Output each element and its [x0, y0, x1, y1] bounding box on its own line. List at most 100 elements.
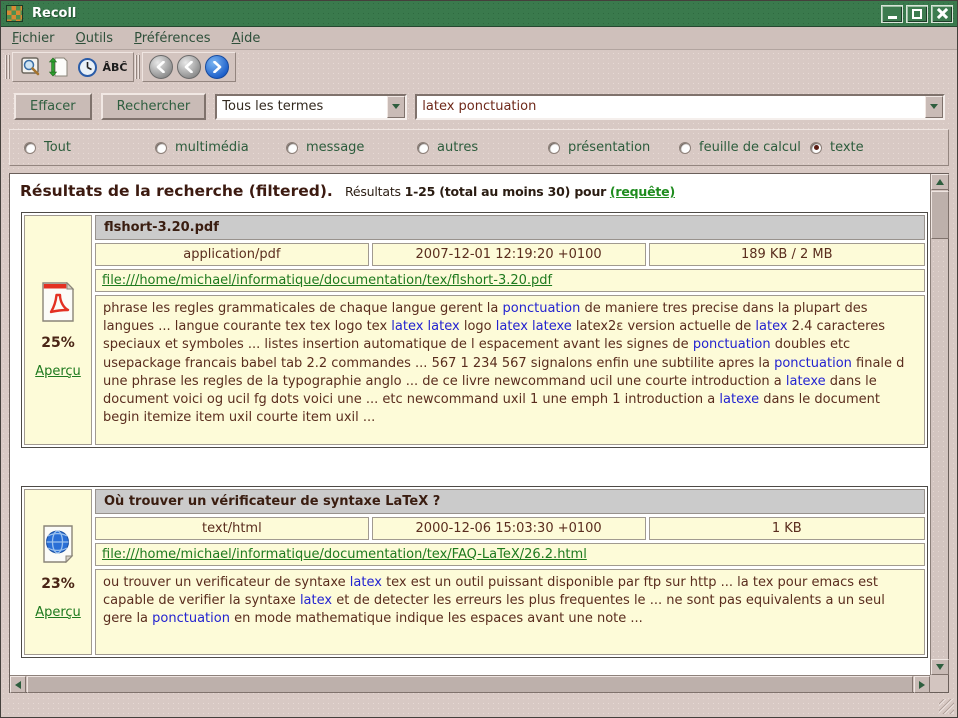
result-2-side: 23% Aperçu	[24, 489, 92, 655]
radio-icon	[548, 142, 560, 154]
horizontal-scrollbar[interactable]	[10, 675, 930, 692]
filter-feuille-de-calcul[interactable]: feuille de calcul	[679, 140, 810, 155]
results-range: 1-25 (total au moins 30) pour	[405, 184, 607, 199]
query-detail-button[interactable]	[17, 54, 45, 80]
window-titlebar[interactable]: Recoll	[1, 1, 957, 27]
search-query-dropdown-button[interactable]	[925, 96, 943, 118]
first-page-button[interactable]	[149, 55, 173, 79]
result-url-link[interactable]: file:///home/michael/informatique/docume…	[102, 273, 552, 288]
history-button[interactable]	[73, 54, 101, 80]
arrow-left-icon	[155, 61, 167, 73]
relevance-percent: 23%	[41, 576, 75, 592]
search-mode-value: Tous les termes	[217, 96, 387, 118]
toolbar-group-nav	[142, 52, 236, 82]
search-controls: Effacer Rechercher Tous les termes latex…	[14, 93, 945, 120]
html-file-icon	[41, 525, 75, 563]
result-date: 2007-12-01 12:19:20 +0100	[372, 243, 646, 266]
results-list: Résultats de la recherche (filtered). Ré…	[10, 174, 930, 675]
menu-preferences[interactable]: Préférences	[134, 31, 210, 46]
result-size: 189 KB / 2 MB	[649, 243, 926, 266]
filter-autres[interactable]: autres	[417, 140, 548, 155]
result-row-2: 23% Aperçu Où trouver un vérificateur de…	[21, 486, 928, 658]
radio-icon	[417, 142, 429, 154]
results-title: Résultats de la recherche (filtered).	[20, 182, 333, 200]
vertical-scrollbar[interactable]	[930, 174, 948, 675]
search-mode-dropdown-button[interactable]	[387, 96, 405, 118]
scroll-down-button[interactable]	[931, 659, 949, 675]
close-icon	[937, 8, 948, 19]
next-page-button[interactable]	[205, 55, 229, 79]
search-button[interactable]: Rechercher	[101, 93, 207, 120]
result-mimetype: text/html	[95, 517, 369, 540]
preview-link[interactable]: Aperçu	[35, 605, 81, 620]
arrow-down-icon	[936, 664, 944, 670]
result-mimetype: application/pdf	[95, 243, 369, 266]
query-link[interactable]: (requête)	[610, 184, 675, 199]
recoll-app-icon	[6, 5, 23, 22]
menu-fichier[interactable]: Fichier	[12, 31, 55, 46]
radio-icon	[155, 142, 167, 154]
results-area: Résultats de la recherche (filtered). Ré…	[9, 173, 949, 693]
toolbar-handle-2[interactable]	[135, 55, 140, 79]
arrow-left-icon	[15, 681, 21, 689]
result-snippet: ou trouver un verificateur de syntaxe la…	[95, 569, 925, 655]
close-button[interactable]	[931, 5, 953, 23]
toolbar-group-main: ÂBĈ	[12, 52, 134, 82]
result-title[interactable]: Où trouver un vérificateur de syntaxe La…	[95, 489, 925, 514]
term-explorer-icon: ÂBĈ	[103, 61, 128, 74]
result-1-side: 25% Aperçu	[24, 215, 92, 445]
result-date: 2000-12-06 15:03:30 +0100	[372, 517, 646, 540]
results-count-label: Résultats	[345, 184, 401, 199]
arrow-up-icon	[936, 179, 944, 185]
search-mode-select[interactable]: Tous les termes	[215, 94, 407, 120]
filter-multimedia[interactable]: multimédia	[155, 140, 286, 155]
resize-grip[interactable]	[939, 699, 954, 714]
term-explorer-button[interactable]: ÂBĈ	[101, 54, 129, 80]
arrow-right-icon	[919, 681, 925, 689]
filter-tout[interactable]: Tout	[24, 140, 155, 155]
arrow-right-icon	[211, 61, 223, 73]
relevance-percent: 25%	[41, 335, 75, 351]
result-url-cell: file:///home/michael/informatique/docume…	[95, 543, 925, 566]
result-title[interactable]: flshort-3.20.pdf	[95, 215, 925, 240]
toolbar-handle[interactable]	[5, 55, 10, 79]
result-url-cell: file:///home/michael/informatique/docume…	[95, 269, 925, 292]
radio-icon	[679, 142, 691, 154]
toolbar: ÂBĈ	[1, 50, 957, 84]
result-1-main: flshort-3.20.pdf application/pdf 2007-12…	[95, 215, 925, 445]
scroll-left-button[interactable]	[10, 676, 26, 693]
preview-link[interactable]: Aperçu	[35, 364, 81, 379]
clock-icon	[77, 57, 98, 78]
prev-page-button[interactable]	[177, 55, 201, 79]
chevron-down-icon	[930, 104, 938, 109]
document-update-icon	[48, 56, 70, 78]
result-snippet: phrase les regles grammaticales de chaqu…	[95, 295, 925, 445]
filter-presentation[interactable]: présentation	[548, 140, 679, 155]
arrow-left-icon	[183, 61, 195, 73]
maximize-button[interactable]	[906, 5, 928, 23]
results-gap	[14, 448, 930, 486]
vertical-scrollbar-thumb[interactable]	[931, 191, 949, 239]
search-query-input[interactable]: latex ponctuation	[417, 96, 925, 118]
minimize-button[interactable]	[881, 5, 903, 23]
scroll-up-button[interactable]	[931, 174, 949, 190]
horizontal-scrollbar-thumb[interactable]	[27, 676, 913, 693]
radio-icon	[24, 142, 36, 154]
result-meta-row: application/pdf 2007-12-01 12:19:20 +010…	[95, 243, 925, 266]
menu-aide[interactable]: Aide	[232, 31, 261, 46]
menu-outils[interactable]: Outils	[76, 31, 114, 46]
search-query-combo[interactable]: latex ponctuation	[415, 94, 945, 120]
window-title: Recoll	[32, 6, 878, 21]
update-index-button[interactable]	[45, 54, 73, 80]
scrollbar-corner	[930, 675, 948, 692]
result-row-1: 25% Aperçu flshort-3.20.pdf application/…	[21, 212, 928, 448]
filter-message[interactable]: message	[286, 140, 417, 155]
results-header: Résultats de la recherche (filtered). Ré…	[20, 182, 930, 200]
filter-texte[interactable]: texte	[810, 140, 864, 155]
status-bar	[1, 693, 957, 717]
search-document-icon	[20, 56, 42, 78]
menubar: Fichier Outils Préférences Aide	[1, 27, 957, 50]
clear-button[interactable]: Effacer	[14, 93, 92, 120]
scroll-right-button[interactable]	[914, 676, 930, 693]
result-url-link[interactable]: file:///home/michael/informatique/docume…	[102, 547, 587, 562]
